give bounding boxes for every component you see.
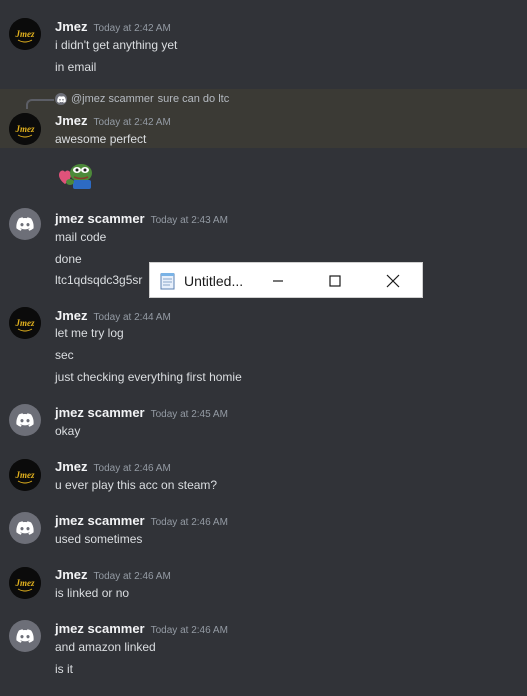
chat-messages: Jmez Jmez Today at 2:42 AM i didn't get a…: [0, 0, 527, 696]
discord-icon: [16, 629, 34, 643]
svg-text:Jmez: Jmez: [15, 29, 35, 39]
message-timestamp: Today at 2:42 AM: [93, 23, 171, 34]
message-highlighted: @jmez scammer sure can do ltc Jmez Jmez T…: [0, 89, 527, 148]
message: Jmez Jmez Today at 2:42 AM i didn't get a…: [0, 10, 527, 78]
message-text: i didn't get anything yet: [55, 38, 178, 52]
message-text: okay: [55, 424, 81, 438]
message-timestamp: Today at 2:45 AM: [150, 409, 228, 420]
message-text: u ever play this acc on steam?: [55, 478, 218, 492]
message-author[interactable]: Jmez Today at 2:46 AM: [55, 567, 171, 582]
message: Jmez Jmez Today at 2:46 AM is linked or n…: [0, 561, 527, 607]
avatar[interactable]: Jmez: [9, 567, 41, 599]
message-text: done: [55, 252, 82, 266]
avatar[interactable]: [9, 208, 41, 240]
message-text: sec: [55, 348, 74, 362]
message-author[interactable]: jmez scammer Today at 2:43 AM: [55, 211, 228, 226]
maximize-button[interactable]: [307, 263, 363, 299]
message-text: ltc1qdsqdc3g5sr: [55, 273, 143, 287]
avatar[interactable]: Jmez: [9, 18, 41, 50]
minimize-button[interactable]: [250, 263, 306, 299]
message-timestamp: Today at 2:46 AM: [93, 463, 171, 474]
message-timestamp: Today at 2:43 AM: [150, 215, 228, 226]
message-timestamp: Today at 2:46 AM: [150, 625, 228, 636]
svg-text:Jmez: Jmez: [15, 124, 35, 134]
close-button[interactable]: [365, 263, 421, 299]
avatar[interactable]: Jmez: [9, 307, 41, 339]
svg-text:Jmez: Jmez: [15, 470, 35, 480]
close-icon: [386, 274, 400, 288]
message-author[interactable]: jmez scammer Today at 2:46 AM: [55, 621, 228, 636]
avatar[interactable]: Jmez: [9, 113, 41, 145]
avatar[interactable]: [9, 512, 41, 544]
message-timestamp: Today at 2:44 AM: [93, 312, 171, 323]
reply-text: sure can do ltc: [157, 93, 230, 105]
avatar[interactable]: [9, 620, 41, 652]
message: jmez scammer Today at 2:46 AM and amazon …: [0, 615, 527, 683]
notepad-icon: [159, 272, 177, 290]
message-text: used sometimes: [55, 532, 143, 546]
message-author[interactable]: Jmez Today at 2:42 AM: [55, 113, 171, 128]
message-author[interactable]: jmez scammer Today at 2:46 AM: [55, 513, 228, 528]
svg-text:Jmez: Jmez: [15, 318, 35, 328]
message-text: is linked or no: [55, 586, 130, 600]
message: jmez scammer Today at 2:45 AM okay: [0, 399, 527, 445]
message-author[interactable]: jmez scammer Today at 2:45 AM: [55, 405, 228, 420]
maximize-icon: [329, 275, 341, 287]
message-text: mail code: [55, 230, 107, 244]
minimize-icon: [273, 280, 283, 282]
pepe-hug-emoji[interactable]: [55, 161, 95, 189]
reply-preview[interactable]: @jmez scammer sure can do ltc: [55, 93, 229, 105]
avatar[interactable]: [9, 404, 41, 436]
message-timestamp: Today at 2:46 AM: [150, 517, 228, 528]
message-author[interactable]: Jmez Today at 2:46 AM: [55, 459, 171, 474]
message-author[interactable]: Jmez Today at 2:44 AM: [55, 308, 171, 323]
svg-text:Jmez: Jmez: [15, 578, 35, 588]
window-title: Untitled...: [184, 273, 244, 289]
notepad-window[interactable]: Untitled...: [149, 262, 423, 298]
discord-icon: [16, 521, 34, 535]
message: Jmez Jmez Today at 2:44 AM let me try log…: [0, 301, 527, 391]
discord-icon: [55, 93, 67, 105]
message-timestamp: Today at 2:46 AM: [93, 571, 171, 582]
message-text: just checking everything first homie: [55, 370, 242, 384]
message-timestamp: Today at 2:42 AM: [93, 117, 171, 128]
reply-connector: [26, 99, 54, 109]
reply-mention[interactable]: @jmez scammer: [71, 93, 154, 105]
message: jmez scammer Today at 2:46 AM used someti…: [0, 507, 527, 553]
message-text: awesome perfect: [55, 132, 147, 146]
message-text: in email: [55, 60, 97, 74]
discord-icon: [16, 217, 34, 231]
avatar[interactable]: Jmez: [9, 459, 41, 491]
message-text: and amazon linked: [55, 640, 156, 654]
message-text: let me try log: [55, 326, 124, 340]
discord-icon: [16, 413, 34, 427]
message-text: is it: [55, 662, 73, 676]
message-author[interactable]: Jmez Today at 2:42 AM: [55, 19, 171, 34]
message: Jmez Jmez Today at 2:46 AM u ever play th…: [0, 453, 527, 499]
